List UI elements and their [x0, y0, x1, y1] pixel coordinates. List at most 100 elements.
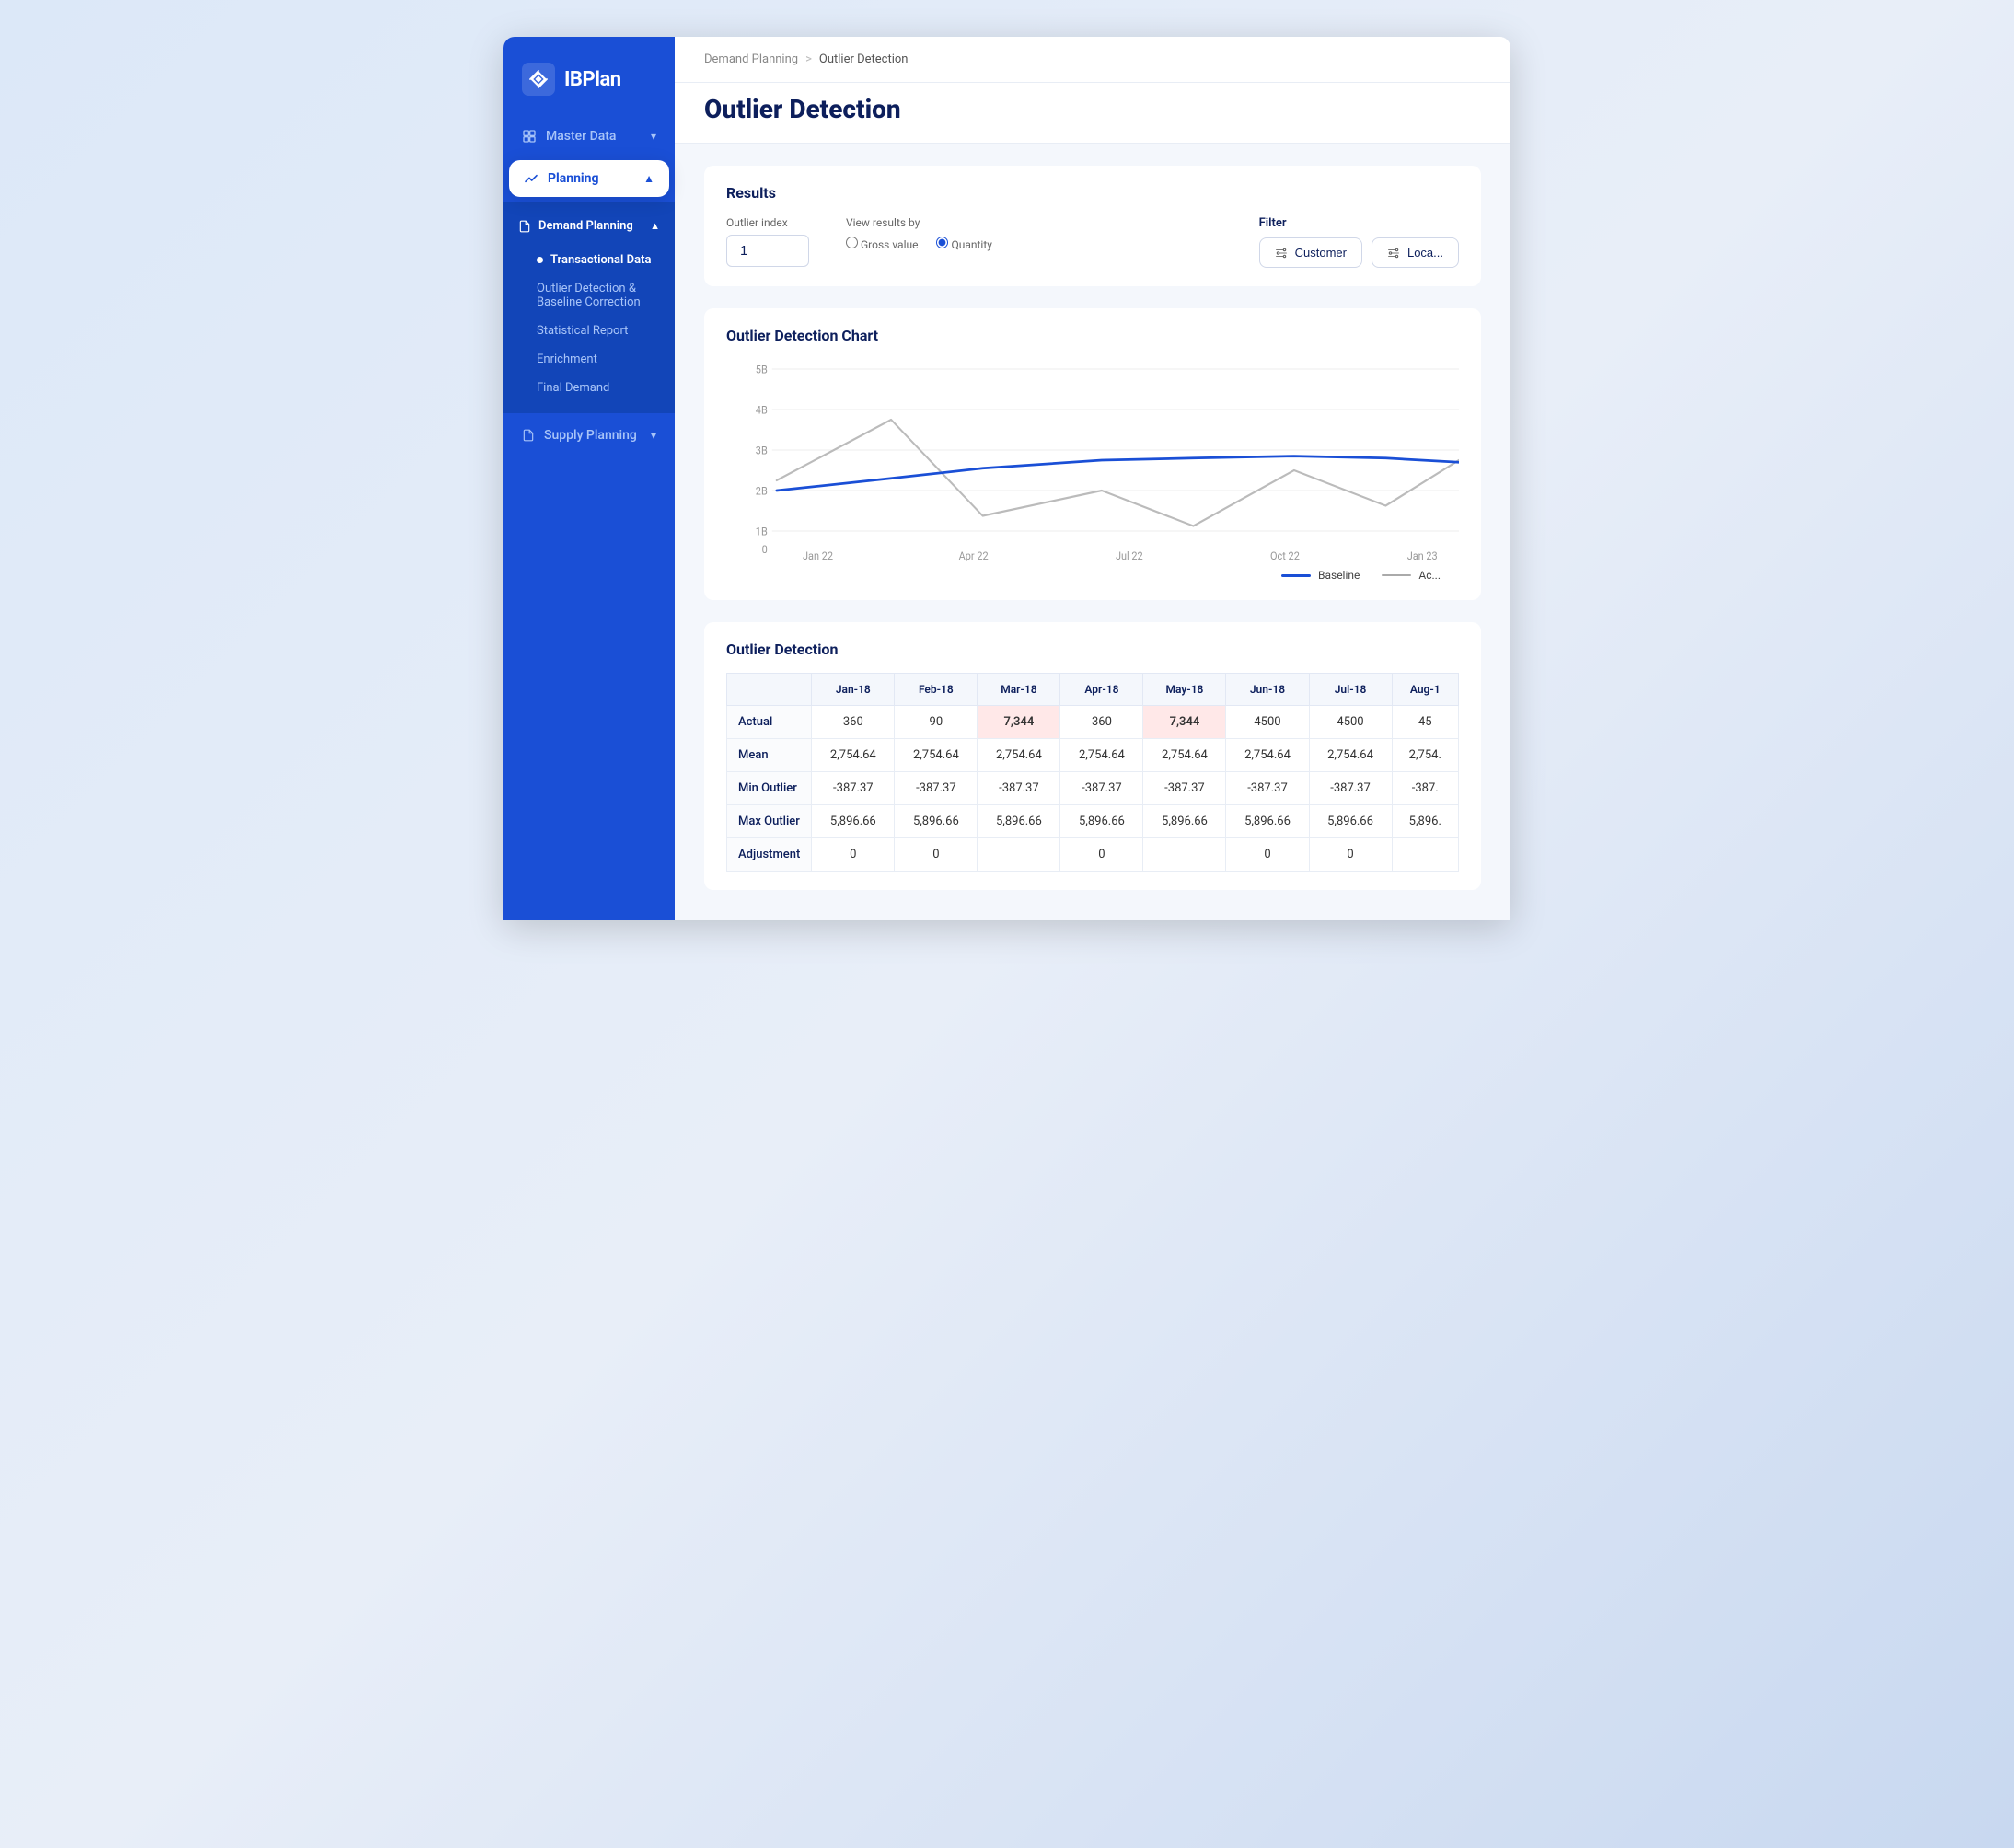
cell-2-4: -387.37	[1143, 772, 1226, 805]
results-section: Results Outlier index View results by Gr…	[704, 166, 1481, 286]
submenu-statistical-label: Statistical Report	[537, 324, 628, 338]
actual-line-icon	[1382, 574, 1411, 576]
cell-3-6: 5,896.66	[1309, 805, 1392, 838]
svg-text:3B: 3B	[756, 444, 768, 457]
outlier-table: Jan-18 Feb-18 Mar-18 Apr-18 May-18 Jun-1…	[726, 673, 1459, 872]
actual-label: Ac...	[1418, 569, 1441, 582]
cell-0-5: 4500	[1226, 706, 1309, 739]
cell-4-7	[1392, 838, 1458, 872]
breadcrumb-current: Outlier Detection	[819, 52, 909, 66]
svg-text:2B: 2B	[756, 484, 768, 498]
chart-title: Outlier Detection Chart	[726, 327, 1459, 344]
svg-text:5B: 5B	[756, 363, 768, 376]
cell-0-2: 7,344	[978, 706, 1060, 739]
col-header-mar18: Mar-18	[978, 674, 1060, 706]
supply-planning-label: Supply Planning	[544, 428, 637, 443]
cell-1-7: 2,754.	[1392, 739, 1458, 772]
gross-value-radio[interactable]: Gross value	[846, 237, 918, 251]
cell-0-7: 45	[1392, 706, 1458, 739]
chart-legend: Baseline Ac...	[726, 569, 1459, 582]
demand-planning-header[interactable]: Demand Planning ▲	[504, 210, 675, 242]
svg-text:Jan 22: Jan 22	[803, 549, 833, 561]
supply-planning-chevron: ▾	[651, 429, 656, 442]
cell-1-1: 2,754.64	[895, 739, 978, 772]
table-row: Max Outlier5,896.665,896.665,896.665,896…	[727, 805, 1459, 838]
filter-icon	[1275, 247, 1288, 260]
cell-3-7: 5,896.	[1392, 805, 1458, 838]
customer-filter-button[interactable]: Customer	[1259, 237, 1362, 268]
col-header-may18: May-18	[1143, 674, 1226, 706]
planning-chevron: ▲	[643, 172, 654, 185]
chart-svg: 5B 4B 3B 2B 1B 0 Jan 22 Apr 22 Jul 2	[726, 359, 1459, 561]
page-title: Outlier Detection	[704, 94, 1481, 124]
demand-planning-icon	[518, 220, 531, 233]
table-row: Adjustment00000	[727, 838, 1459, 872]
cell-2-5: -387.37	[1226, 772, 1309, 805]
cell-1-4: 2,754.64	[1143, 739, 1226, 772]
submenu-transactional-label: Transactional Data	[550, 253, 651, 267]
col-header-feb18: Feb-18	[895, 674, 978, 706]
sidebar-item-master-data[interactable]: Master Data ▾	[504, 118, 675, 155]
submenu-item-enrichment[interactable]: Enrichment	[504, 345, 675, 374]
cell-4-0: 0	[812, 838, 895, 872]
demand-planning-section: Demand Planning ▲ Transactional Data Out…	[504, 202, 675, 413]
svg-text:4B: 4B	[756, 403, 768, 417]
customer-filter-label: Customer	[1295, 246, 1347, 260]
active-dot	[537, 257, 543, 263]
cell-3-5: 5,896.66	[1226, 805, 1309, 838]
cell-2-3: -387.37	[1060, 772, 1143, 805]
baseline-label: Baseline	[1318, 569, 1360, 582]
cell-4-1: 0	[895, 838, 978, 872]
sidebar-item-supply-planning[interactable]: Supply Planning ▾	[504, 417, 675, 454]
breadcrumb: Demand Planning > Outlier Detection	[704, 52, 908, 66]
submenu-enrichment-label: Enrichment	[537, 352, 597, 366]
demand-planning-label: Demand Planning	[538, 219, 633, 233]
cell-1-3: 2,754.64	[1060, 739, 1143, 772]
content-area: Results Outlier index View results by Gr…	[675, 144, 1510, 920]
demand-planning-chevron: ▲	[650, 220, 660, 232]
quantity-radio[interactable]: Quantity	[936, 237, 991, 251]
submenu-item-transactional-data[interactable]: Transactional Data	[504, 246, 675, 274]
breadcrumb-separator: >	[805, 52, 812, 66]
cell-3-0: 5,896.66	[812, 805, 895, 838]
svg-text:Oct 22: Oct 22	[1270, 549, 1300, 561]
cell-1-0: 2,754.64	[812, 739, 895, 772]
table-body: Actual360907,3443607,3444500450045Mean2,…	[727, 706, 1459, 872]
results-title: Results	[726, 184, 1459, 202]
submenu-item-statistical-report[interactable]: Statistical Report	[504, 317, 675, 345]
cell-4-2	[978, 838, 1060, 872]
col-header-apr18: Apr-18	[1060, 674, 1143, 706]
view-results-label: View results by	[846, 216, 992, 229]
cell-label-2: Min Outlier	[727, 772, 812, 805]
location-filter-icon	[1387, 247, 1400, 260]
cell-4-4	[1143, 838, 1226, 872]
cell-4-5: 0	[1226, 838, 1309, 872]
table-row: Actual360907,3443607,3444500450045	[727, 706, 1459, 739]
submenu-item-outlier-detection[interactable]: Outlier Detection & Baseline Correction	[504, 274, 675, 317]
svg-text:Jan 23: Jan 23	[1407, 549, 1438, 561]
legend-actual: Ac...	[1382, 569, 1441, 582]
col-header-jul18: Jul-18	[1309, 674, 1392, 706]
cell-label-0: Actual	[727, 706, 812, 739]
table-section: Outlier Detection Jan-18 Feb-18 Mar-18 A…	[704, 622, 1481, 890]
cell-label-1: Mean	[727, 739, 812, 772]
location-filter-label: Loca...	[1407, 246, 1443, 260]
demand-planning-submenu: Transactional Data Outlier Detection & B…	[504, 242, 675, 406]
legend-baseline: Baseline	[1281, 569, 1360, 582]
cell-0-1: 90	[895, 706, 978, 739]
outlier-index-input[interactable]	[726, 235, 809, 267]
master-data-chevron: ▾	[651, 130, 656, 143]
svg-text:Jul 22: Jul 22	[1116, 549, 1143, 561]
sidebar-item-planning[interactable]: Planning ▲	[509, 160, 669, 197]
breadcrumb-parent: Demand Planning	[704, 52, 798, 66]
cell-3-3: 5,896.66	[1060, 805, 1143, 838]
cell-1-6: 2,754.64	[1309, 739, 1392, 772]
location-filter-button[interactable]: Loca...	[1372, 237, 1459, 268]
submenu-item-final-demand[interactable]: Final Demand	[504, 374, 675, 402]
app-logo: IBPlan	[504, 37, 675, 118]
master-data-label: Master Data	[546, 129, 616, 144]
cell-label-4: Adjustment	[727, 838, 812, 872]
cell-0-3: 360	[1060, 706, 1143, 739]
baseline-line-icon	[1281, 574, 1311, 577]
cell-2-0: -387.37	[812, 772, 895, 805]
